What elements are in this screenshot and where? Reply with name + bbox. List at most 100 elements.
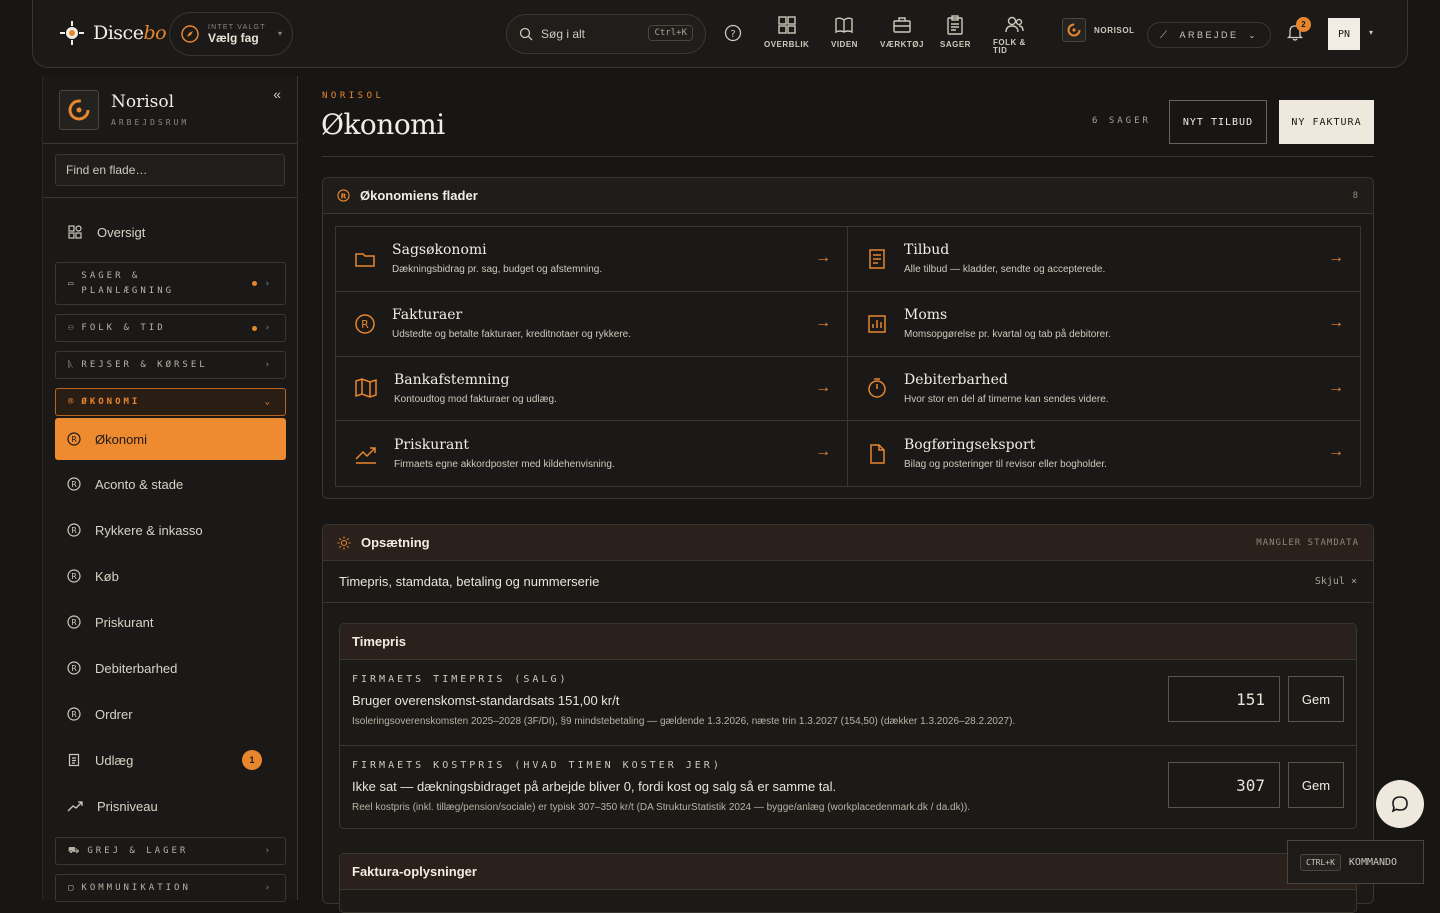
surface-card-bogforingseksport[interactable]: Bogføringseksport Bilag og posteringer ti…	[848, 421, 1360, 486]
toolbox-icon	[893, 17, 911, 33]
sidebar-item-oversigt[interactable]: Oversigt	[55, 210, 286, 254]
file-icon	[870, 443, 885, 464]
page-title: Økonomi	[321, 108, 445, 141]
surface-card-sagsokonomi[interactable]: Sagsøkonomi Dækningsbidrag pr. sag, budge…	[336, 227, 848, 292]
currency-icon: R	[67, 432, 81, 446]
save-cost-rate-button[interactable]: Gem	[1288, 762, 1344, 808]
sidebar-group-sager[interactable]: ▭ SAGER & PLANLÆGNING ›	[55, 262, 286, 305]
workspace-switcher[interactable]: NORISOL	[1062, 18, 1135, 42]
sidebar-item-kob[interactable]: R Køb	[55, 554, 286, 598]
svg-text:R: R	[71, 480, 77, 489]
chevron-down-icon: ▾	[277, 29, 282, 38]
nav-label: SAGER	[940, 40, 971, 49]
arrow-right-icon: →	[815, 443, 831, 461]
logo-mark-icon	[60, 21, 84, 45]
currency-icon: R	[355, 313, 375, 334]
receipt-icon	[68, 753, 80, 767]
cost-rate-input[interactable]: 307	[1168, 762, 1280, 808]
sidebar-item-priskurant[interactable]: R Priskurant	[55, 600, 286, 644]
notifications-button[interactable]: 2	[1286, 17, 1311, 41]
surface-desc: Hvor stor en del af timerne kan sendes v…	[904, 393, 1109, 405]
sidebar-group-folk[interactable]: ⚇ FOLK & TID ›	[55, 314, 286, 342]
surface-desc: Dækningsbidrag pr. sag, budget og afstem…	[392, 264, 603, 276]
collapse-sidebar-icon[interactable]: «	[273, 86, 281, 102]
sidebar-item-okonomi[interactable]: R Økonomi	[55, 418, 286, 460]
subject-label: Vælg fag	[208, 30, 259, 45]
arrow-right-icon: →	[815, 378, 831, 396]
sidebar-item-ordrer[interactable]: R Ordrer	[55, 692, 286, 736]
surface-title: Tilbud	[904, 242, 950, 259]
book-icon	[835, 17, 854, 34]
chat-button[interactable]	[1376, 780, 1424, 828]
invoice-info-heading: Faktura-oplysninger	[340, 854, 1356, 890]
nav-label: VIDEN	[831, 40, 858, 49]
sidebar-item-label: Ordrer	[95, 706, 133, 722]
mode-label: ARBEJDE	[1179, 30, 1239, 40]
surface-card-debiterbarhed[interactable]: Debiterbarhed Hvor stor en del af timerne…	[848, 357, 1360, 422]
count-badge: 1	[242, 750, 262, 770]
group-label: KOMMUNIKATION	[81, 883, 191, 893]
surfaces-title: Økonomiens flader	[360, 188, 478, 203]
group-label-2: PLANLÆGNING	[81, 285, 175, 296]
search-icon	[519, 27, 533, 41]
sidebar: Norisol ARBEJDSRUM « Find en flade… Over…	[42, 76, 298, 902]
currency-icon: R	[337, 189, 350, 202]
arrow-right-icon: →	[815, 313, 831, 331]
command-shortcut: CTRL+K	[1300, 853, 1341, 871]
setup-panel: Opsætning MANGLER STAMDATA Timepris, sta…	[322, 524, 1374, 913]
surface-card-moms[interactable]: Moms Momsopgørelse pr. kvartal og tab på …	[848, 292, 1360, 357]
logo-accent: bo	[143, 22, 167, 44]
hide-button[interactable]: Skjul ×	[1315, 576, 1357, 587]
sale-rate-input[interactable]: 151	[1168, 676, 1280, 722]
svg-text:?: ?	[730, 29, 735, 40]
help-button[interactable]: ?	[724, 24, 742, 42]
surface-card-tilbud[interactable]: Tilbud Alle tilbud — kladder, sendte og a…	[848, 227, 1360, 292]
svg-text:R: R	[71, 572, 77, 581]
sidebar-group-rejser[interactable]: ᚣ REJSER & KØRSEL ›	[55, 351, 286, 379]
subject-selector[interactable]: INTET VALGT Vælg fag ▾	[169, 12, 293, 56]
sidebar-item-prisniveau[interactable]: Prisniveau	[55, 784, 286, 828]
currency-icon: R	[67, 661, 81, 675]
surfaces-grid: Sagsøkonomi Dækningsbidrag pr. sag, budge…	[335, 226, 1361, 487]
logo[interactable]: Discebo	[57, 18, 167, 48]
new-invoice-button[interactable]: NY FAKTURA	[1279, 100, 1374, 144]
arrow-right-icon: →	[815, 249, 831, 266]
currency-icon: R	[67, 523, 81, 537]
nav-label: VÆRKTØJ	[880, 40, 924, 49]
sidebar-item-debiterbarhed[interactable]: R Debiterbarhed	[55, 646, 286, 690]
surface-title: Bogføringseksport	[904, 437, 1036, 454]
nav-overblik[interactable]: OVERBLIK	[764, 14, 809, 49]
nav-sager[interactable]: SAGER	[940, 14, 971, 49]
command-palette-button[interactable]: CTRL+K KOMMANDO	[1287, 840, 1424, 884]
surface-card-bankafstemning[interactable]: Bankafstemning Kontoudtog mod fakturaer o…	[336, 356, 848, 422]
sidebar-item-label: Priskurant	[95, 614, 154, 630]
people-icon: ⚇	[68, 323, 74, 333]
logo-text: Disce	[93, 22, 144, 44]
cases-count[interactable]: 6 SAGER	[1092, 116, 1151, 126]
sidebar-group-okonomi[interactable]: ® ØKONOMI ⌄	[55, 388, 286, 416]
sidebar-search-input[interactable]: Find en flade…	[55, 154, 285, 186]
sidebar-item-label: Prisniveau	[97, 798, 158, 814]
avatar-menu-chevron-icon[interactable]: ▾	[1369, 28, 1373, 37]
nav-folk-tid[interactable]: FOLK & TID	[993, 14, 1026, 55]
mode-selector[interactable]: ⟋ ARBEJDE ⌄	[1147, 22, 1271, 48]
new-offer-button[interactable]: NYT TILBUD	[1169, 100, 1267, 144]
nav-viden[interactable]: VIDEN	[831, 14, 858, 49]
arrow-right-icon: →	[1328, 249, 1344, 266]
search-input[interactable]: Søg i alt Ctrl+K	[506, 14, 706, 54]
sidebar-item-udlaeg[interactable]: Udlæg 1	[55, 738, 286, 782]
sidebar-item-aconto[interactable]: R Aconto & stade	[55, 462, 286, 506]
sidebar-item-rykkere[interactable]: R Rykkere & inkasso	[55, 508, 286, 552]
nav-vaerktoj[interactable]: VÆRKTØJ	[880, 14, 924, 49]
surface-card-priskurant[interactable]: Priskurant Firmaets egne akkordposter med…	[336, 421, 848, 486]
currency-icon: ®	[68, 397, 74, 407]
setup-title: Opsætning	[361, 535, 430, 550]
trend-icon	[67, 801, 83, 812]
sidebar-group-grej[interactable]: ⛟ GREJ & LAGER ›	[55, 837, 286, 865]
chevron-right-icon: ›	[264, 846, 273, 856]
sidebar-group-kommunikation[interactable]: ▢ KOMMUNIKATION ›	[55, 874, 286, 902]
surface-card-fakturaer[interactable]: R Fakturaer Udstedte og betalte fakturaer…	[336, 291, 848, 357]
save-sale-rate-button[interactable]: Gem	[1288, 676, 1344, 722]
bar-chart-icon	[868, 314, 886, 333]
avatar[interactable]: PN	[1328, 18, 1360, 50]
